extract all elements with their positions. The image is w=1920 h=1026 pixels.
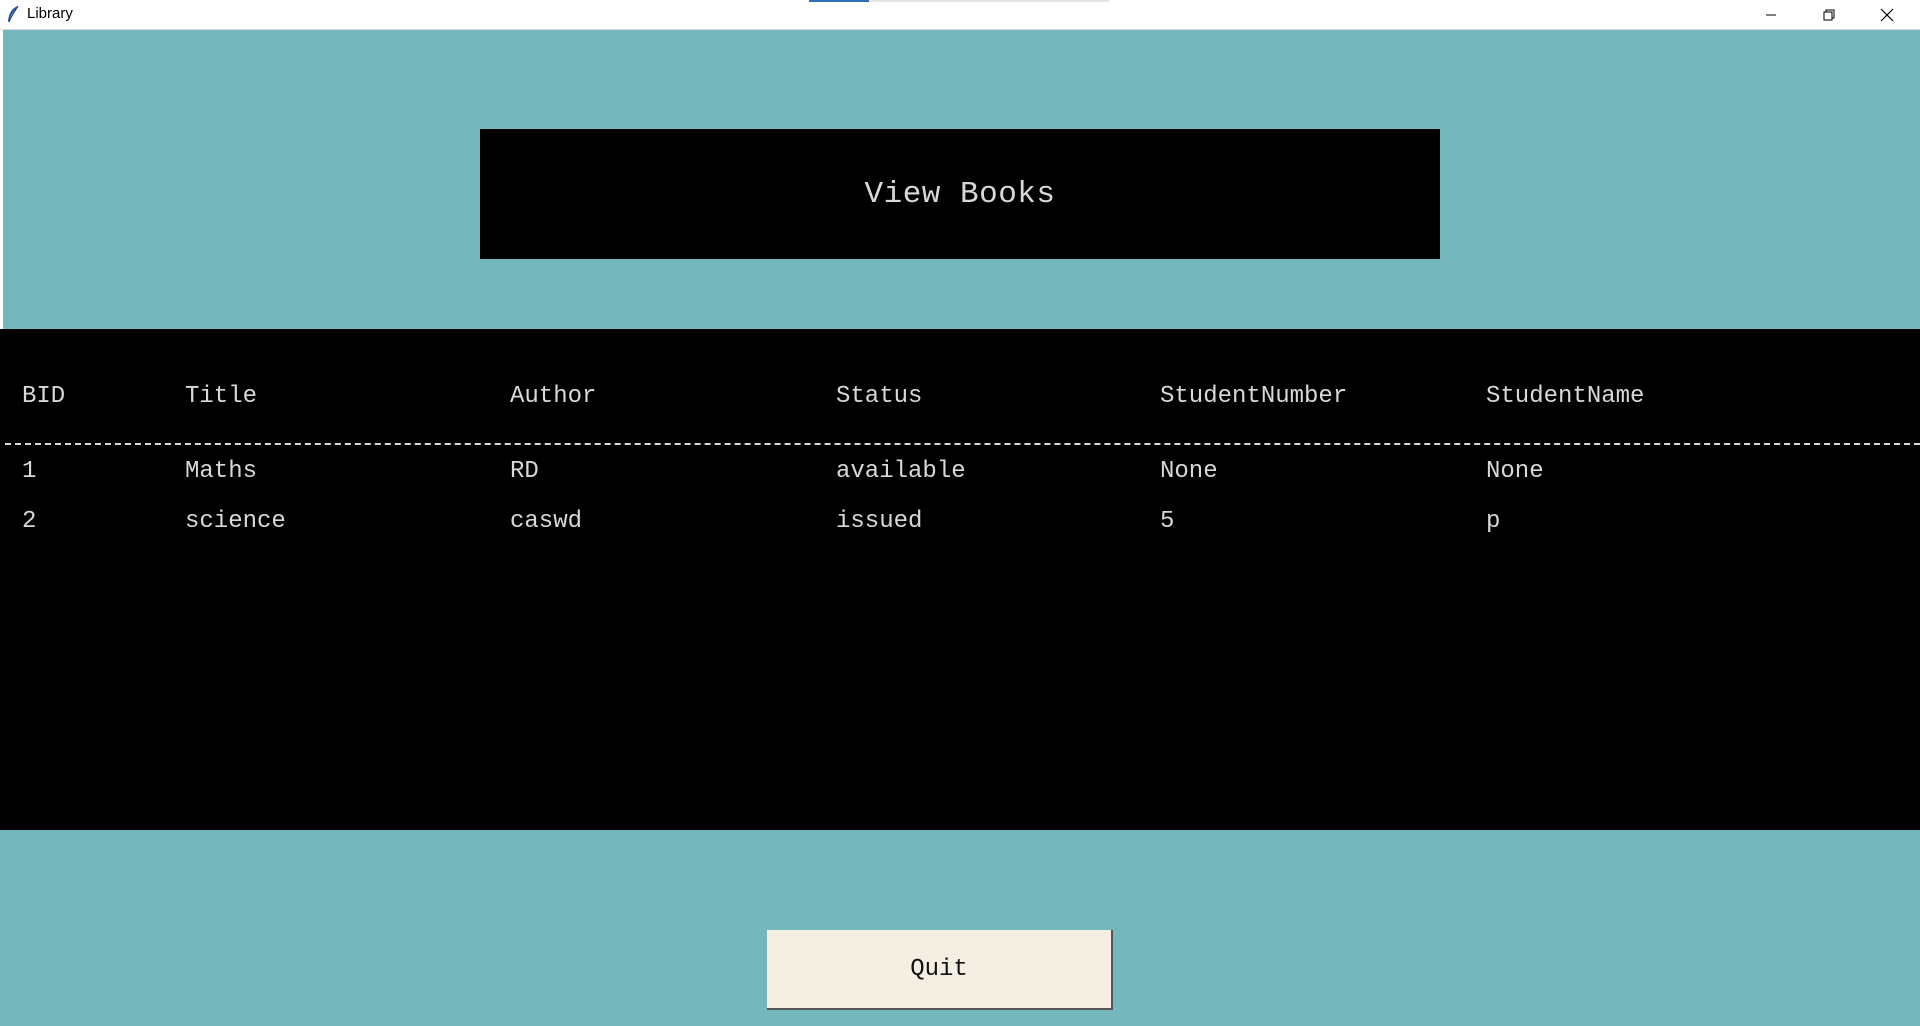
heading-banner: View Books xyxy=(480,129,1440,259)
cell-status: issued xyxy=(836,508,923,535)
close-icon xyxy=(1880,8,1894,21)
cell-student-number: 5 xyxy=(1160,508,1175,535)
page-title: View Books xyxy=(864,176,1056,212)
table-row: 2 science caswd issued 5 p xyxy=(0,508,1920,538)
column-header-author: Author xyxy=(510,383,597,410)
restore-icon xyxy=(1823,9,1835,20)
column-header-status: Status xyxy=(836,383,923,410)
cell-status: available xyxy=(836,458,966,485)
window-left-edge xyxy=(0,30,3,330)
quit-button[interactable]: Quit xyxy=(767,930,1113,1010)
cell-title: Maths xyxy=(185,458,258,485)
cell-bid: 2 xyxy=(22,508,37,535)
table-header-row: BID Title Author Status StudentNumber St… xyxy=(0,383,1920,413)
minimize-icon xyxy=(1766,14,1776,15)
table-row: 1 Maths RD available None None xyxy=(0,458,1920,488)
cell-title: science xyxy=(185,508,286,535)
cell-author: RD xyxy=(510,458,539,485)
close-button[interactable] xyxy=(1858,0,1916,29)
header-divider xyxy=(5,443,1920,445)
cell-author: caswd xyxy=(510,508,583,535)
titlebar-accent xyxy=(809,0,869,2)
column-header-student-number: StudentNumber xyxy=(1160,383,1348,410)
cell-student-number: None xyxy=(1160,458,1218,485)
window-titlebar: Library xyxy=(0,0,1920,30)
cell-student-name: None xyxy=(1486,458,1544,485)
cell-student-name: p xyxy=(1486,508,1501,535)
books-table: BID Title Author Status StudentNumber St… xyxy=(0,329,1920,830)
column-header-student-name: StudentName xyxy=(1486,383,1645,410)
cell-bid: 1 xyxy=(22,458,37,485)
titlebar-accent-light xyxy=(869,0,1109,2)
column-header-bid: BID xyxy=(22,383,66,410)
minimize-button[interactable] xyxy=(1742,0,1800,29)
feather-icon xyxy=(8,5,19,23)
column-header-title: Title xyxy=(185,383,258,410)
window-title: Library xyxy=(27,5,73,22)
restore-button[interactable] xyxy=(1800,0,1858,29)
